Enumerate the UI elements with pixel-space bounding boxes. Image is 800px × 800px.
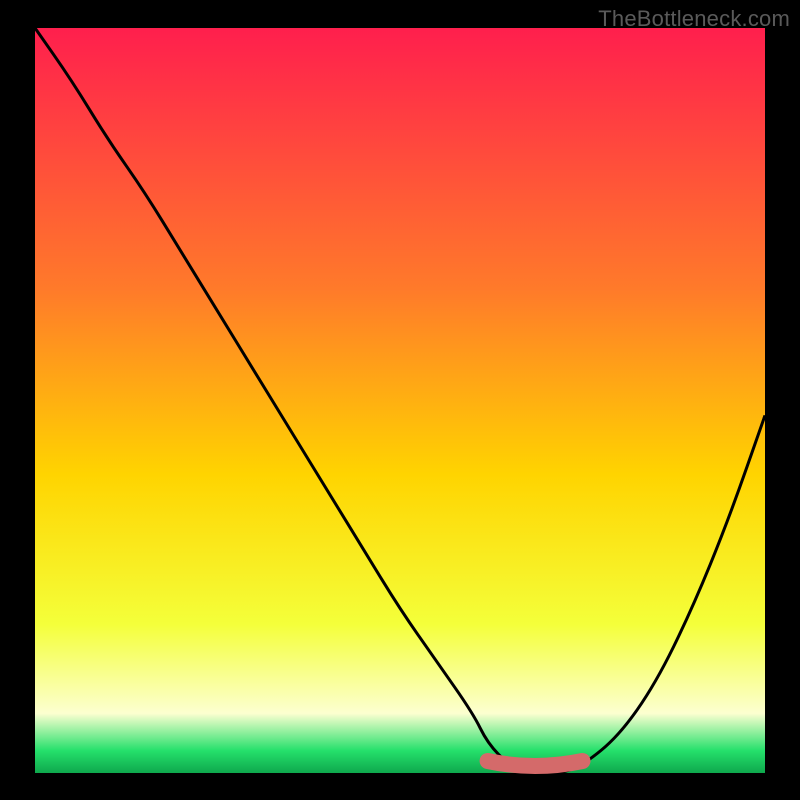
optimal-range-marker [488,761,583,766]
bottleneck-chart-svg [0,0,800,800]
chart-canvas: TheBottleneck.com [0,0,800,800]
watermark-text: TheBottleneck.com [598,6,790,32]
plot-area [35,28,765,773]
